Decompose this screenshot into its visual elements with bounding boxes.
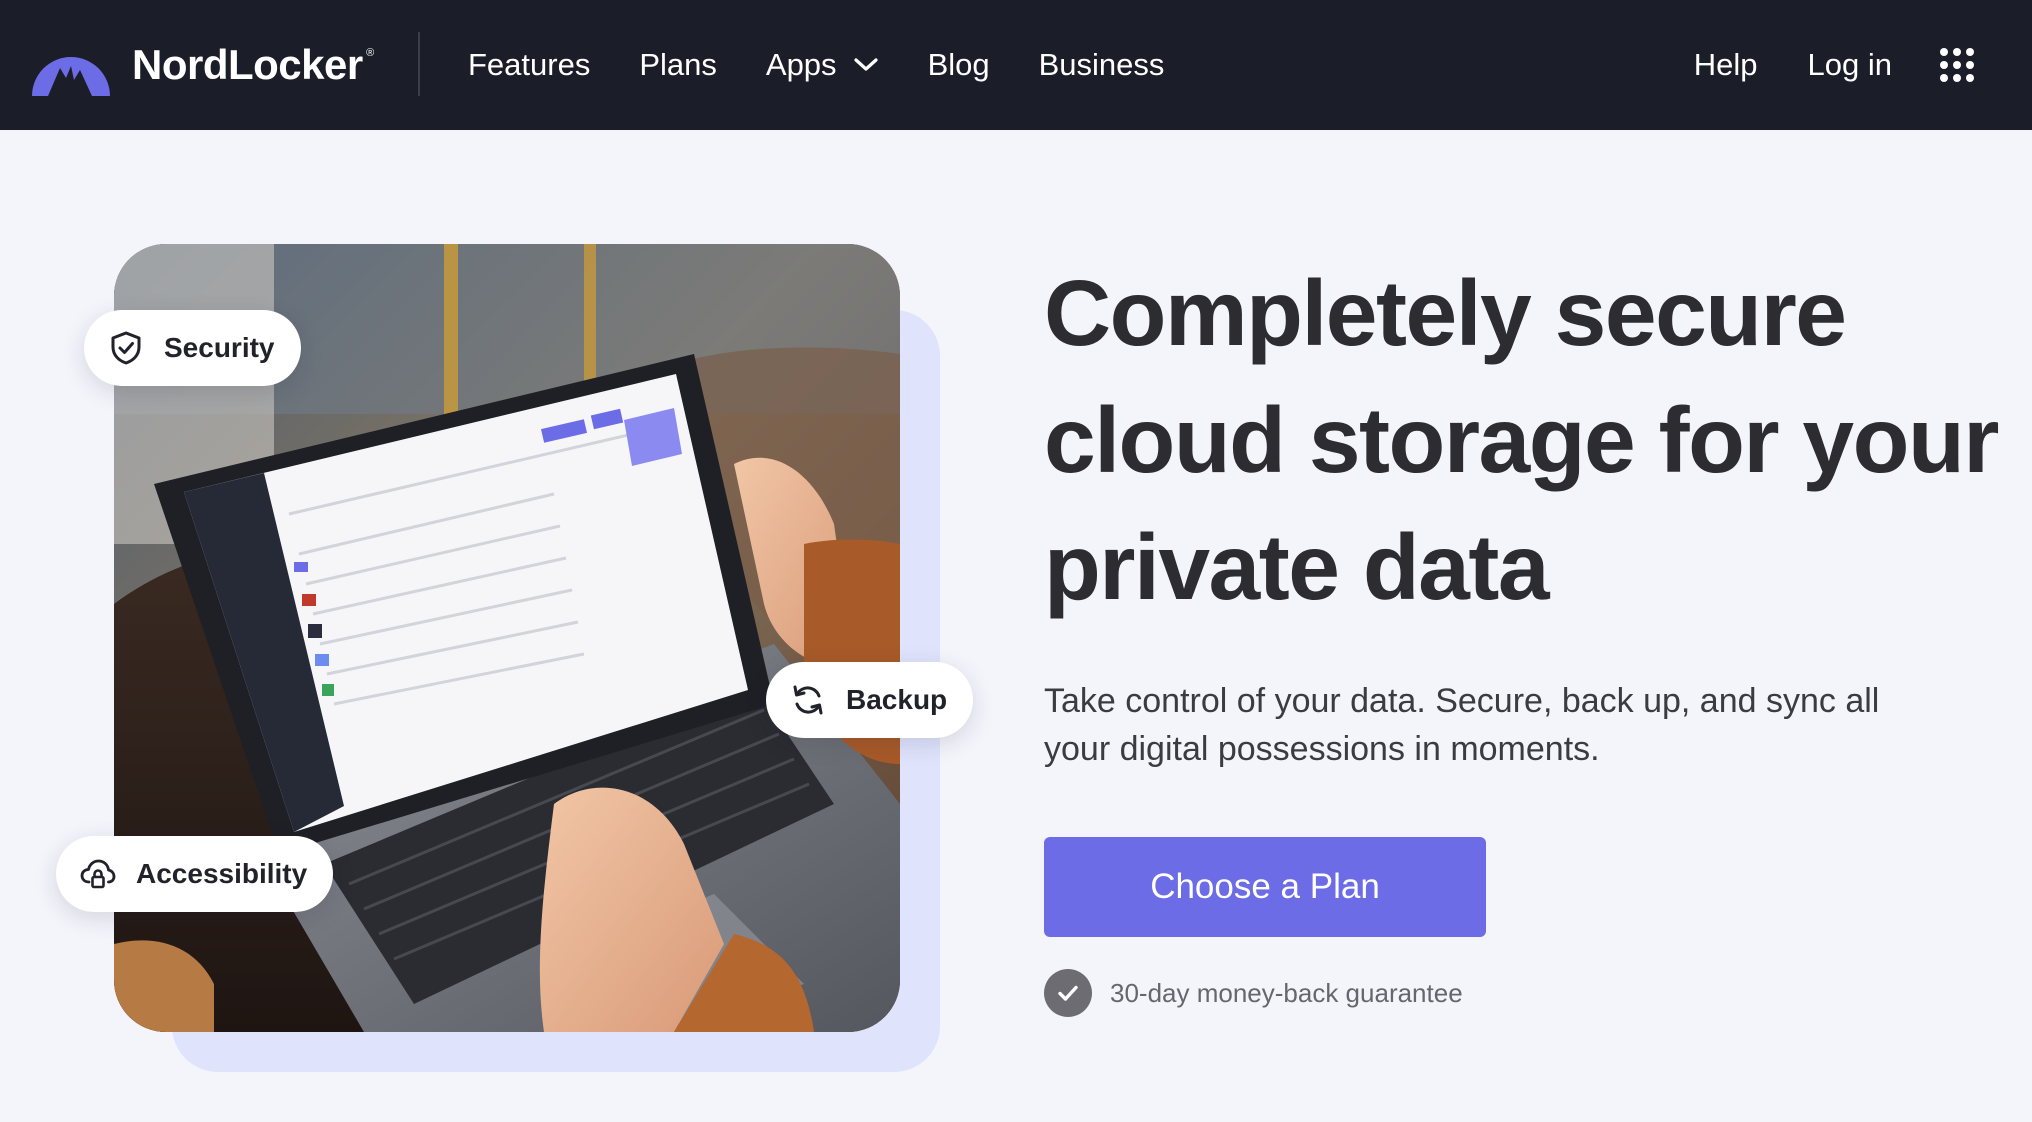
cloud-lock-icon [80,859,116,889]
money-back-guarantee: 30-day money-back guarantee [1044,969,2004,1017]
accessibility-badge: Accessibility [56,836,334,912]
nav-login[interactable]: Log in [1808,47,1892,83]
backup-badge: Backup [766,662,974,738]
brand-home-link[interactable]: NordLocker ® [30,32,374,98]
top-navigation: NordLocker ® Features Plans Apps Blog Bus… [0,0,2032,130]
nav-plans[interactable]: Plans [639,47,717,83]
shield-check-icon [111,331,141,365]
main-nav: Features Plans Apps Blog Business [468,44,1213,86]
hero-media: Security Backup Accessibility [0,130,1000,1122]
check-circle-icon [1044,969,1092,1017]
nav-divider [418,32,420,96]
hero-headline: Completely secure cloud storage for your… [1044,261,1999,619]
grid-dots-icon[interactable] [1940,48,1974,82]
guarantee-text: 30-day money-back guarantee [1110,977,1463,1008]
nav-apps-dropdown[interactable]: Apps [766,47,879,83]
sync-icon [793,685,823,715]
nav-features[interactable]: Features [468,47,590,83]
brand-name: NordLocker ® [132,41,374,88]
nav-business[interactable]: Business [1039,47,1165,83]
backup-badge-label: Backup [846,684,948,715]
accessibility-badge-label: Accessibility [136,858,308,889]
nav-blog[interactable]: Blog [928,47,990,83]
hero-copy: Completely secure cloud storage for your… [1044,250,2004,1017]
secondary-nav: Help Log in [1644,44,1974,86]
security-badge: Security [84,310,301,386]
choose-plan-button[interactable]: Choose a Plan [1044,837,1486,937]
chevron-down-icon [853,58,878,71]
nav-apps-label: Apps [765,47,837,82]
nav-help[interactable]: Help [1694,47,1758,83]
hero-subtext: Take control of your data. Secure, back … [1044,682,1880,768]
nordlocker-logo-icon [32,57,110,96]
security-badge-label: Security [164,332,275,363]
